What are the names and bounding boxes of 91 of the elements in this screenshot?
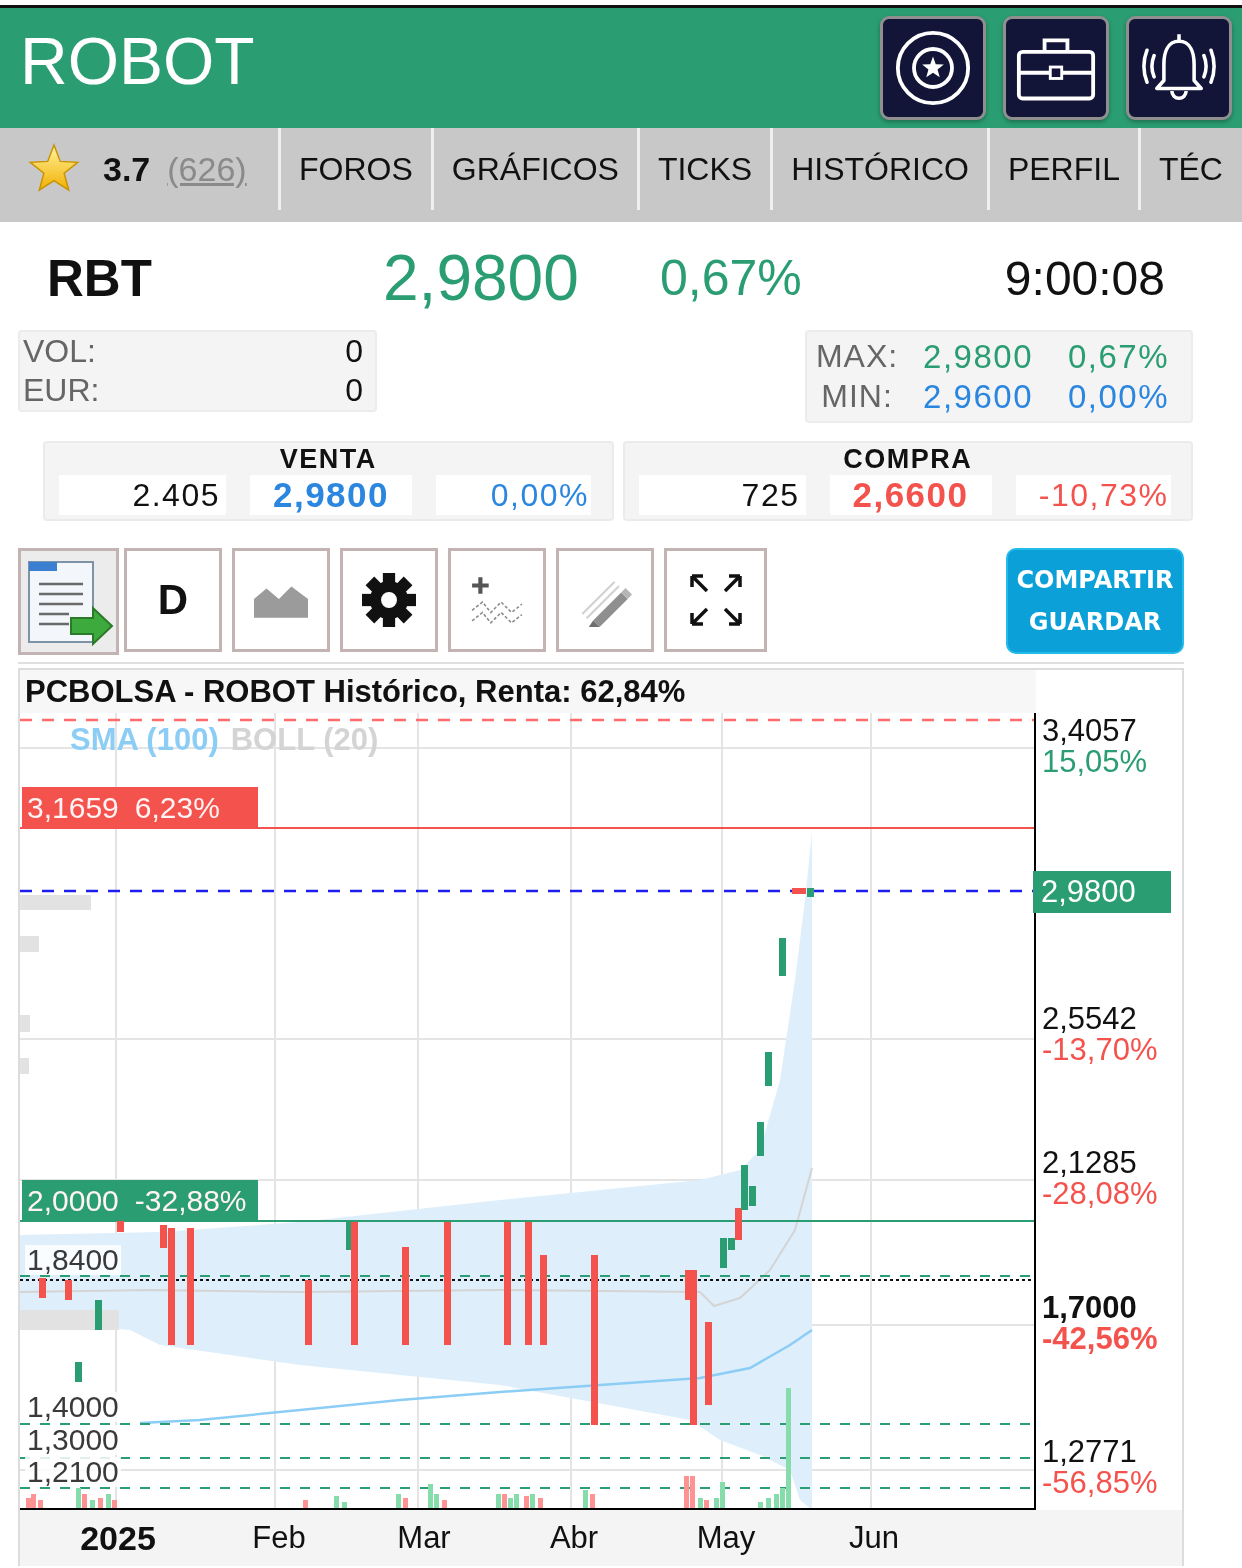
order-change: 0,00%	[436, 475, 591, 515]
tab[interactable]: PERFIL	[986, 128, 1138, 210]
level-label: 1,2100	[25, 1457, 121, 1487]
level-label: 1,8400	[25, 1245, 121, 1275]
volume-bar	[758, 1502, 763, 1508]
candle	[75, 1362, 82, 1382]
volume-bar	[403, 1498, 408, 1508]
candle	[757, 1122, 764, 1156]
app-title: ROBOT	[19, 28, 255, 100]
month-label: Abr	[549, 1520, 599, 1556]
order-side-label: COMPRA	[843, 443, 973, 475]
star-medal-icon	[893, 30, 973, 106]
volume-bar	[334, 1496, 339, 1508]
tab[interactable]: FOROS	[278, 128, 431, 210]
candle	[117, 1220, 124, 1232]
candle	[65, 1280, 72, 1300]
tab[interactable]: TICKS	[636, 128, 771, 210]
legend-label: SMA (100)	[70, 723, 219, 757]
axis-change-label: -42,56%	[1042, 1323, 1158, 1354]
order-price: 2,6600	[829, 475, 992, 515]
quote-time: 9:00:08	[1004, 250, 1165, 306]
tab[interactable]: HISTÓRICO	[770, 128, 987, 210]
range-change: 0,67%	[1066, 337, 1169, 376]
fullscreen-button[interactable]	[664, 548, 767, 652]
volume-bar	[583, 1490, 588, 1508]
volume-bar	[590, 1494, 595, 1508]
candle	[765, 1052, 772, 1086]
stat-value: 0	[345, 372, 363, 409]
range-label: MAX:	[814, 337, 900, 376]
volume-bar	[396, 1494, 401, 1508]
axis-price-label: 2,5542	[1042, 1003, 1138, 1034]
volume-bar	[538, 1498, 543, 1508]
month-label: Jun	[849, 1520, 899, 1556]
candle	[39, 1278, 46, 1298]
candle	[305, 1280, 312, 1345]
candle	[95, 1300, 102, 1330]
axis-change-label: -13,70%	[1042, 1034, 1158, 1065]
order-side-label: VENTA	[279, 443, 377, 475]
portfolio-button[interactable]	[1003, 16, 1109, 120]
range-change: 0,00%	[1066, 377, 1169, 416]
tab[interactable]: GRÁFICOS	[430, 128, 637, 210]
volume-bar	[766, 1498, 771, 1508]
order-quantity: 2.405	[59, 475, 226, 515]
order-quantity: 725	[638, 475, 806, 515]
tag-price: 3,1659	[27, 790, 119, 825]
month-label: 2025	[80, 1520, 156, 1556]
candle	[779, 938, 786, 976]
volume-bar	[303, 1500, 308, 1508]
volume-bar	[98, 1498, 103, 1508]
favorites-button[interactable]	[880, 16, 986, 120]
last-price: 2,9800	[383, 241, 580, 315]
month-label: Mar	[397, 1520, 451, 1556]
volume-bar	[38, 1500, 43, 1508]
stat-label: VOL:	[23, 333, 96, 370]
star-icon	[27, 143, 81, 195]
drawing-tools-button[interactable]	[556, 548, 654, 652]
axis-price-label: 2,1285	[1042, 1147, 1138, 1178]
axis-change-label: -28,08%	[1042, 1178, 1158, 1209]
volume-bar	[442, 1500, 447, 1508]
stat-value: 0	[345, 333, 363, 370]
range-price: 2,9600	[922, 377, 1033, 416]
axis-price-label: 1,7000	[1042, 1292, 1138, 1323]
price-change: 0,67%	[660, 249, 803, 307]
settings-button[interactable]	[340, 548, 438, 652]
tag-change: -32,88%	[134, 1183, 247, 1218]
period-button[interactable]: D	[124, 548, 222, 652]
expand-icon	[688, 573, 743, 627]
order-price: 2,9800	[250, 475, 412, 515]
tag-price: 2,0000	[27, 1183, 119, 1218]
month-label: Feb	[252, 1520, 306, 1556]
range-label: MIN:	[820, 377, 894, 416]
axis-change-label: -56,85%	[1042, 1467, 1158, 1498]
axis-change-label: 15,05%	[1042, 746, 1148, 777]
axis-price-label: 3,4057	[1042, 715, 1138, 746]
settings-icon	[362, 573, 416, 627]
volume-bar	[90, 1500, 95, 1508]
axis-price-label: 1,2771	[1042, 1436, 1138, 1467]
stat-label: EUR:	[23, 372, 100, 409]
volume-bar	[342, 1502, 347, 1508]
chart-title: PCBOLSA - ROBOT Histórico, Renta: 62,84%	[20, 670, 1036, 713]
ticker-symbol: RBT	[47, 248, 153, 308]
month-label: May	[696, 1520, 756, 1556]
chart-type-button[interactable]	[232, 548, 330, 652]
tab[interactable]: TÉC	[1137, 128, 1241, 210]
alerts-button[interactable]	[1126, 16, 1232, 120]
report-button[interactable]	[18, 548, 119, 655]
tag-change: 6,23%	[134, 790, 220, 825]
last-price-tag: 2,9800	[1033, 871, 1171, 913]
rating-value: 3.7	[103, 149, 151, 189]
order-change: -10,73%	[1015, 475, 1171, 515]
range-price: 2,9800	[922, 337, 1033, 376]
